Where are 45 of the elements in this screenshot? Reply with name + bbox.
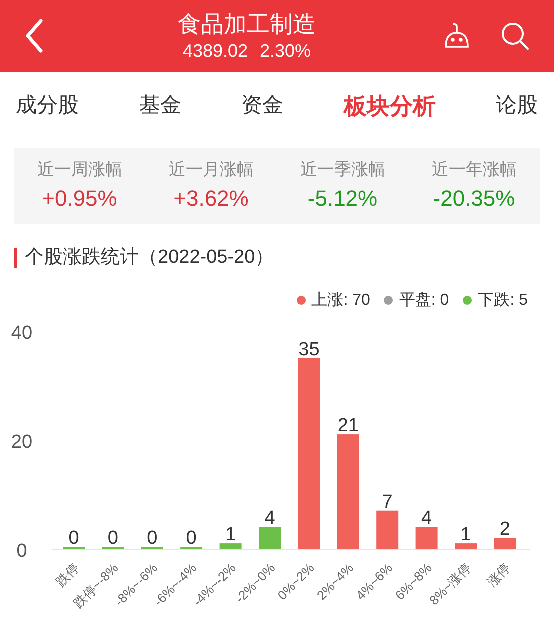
bar <box>455 543 477 548</box>
index-price: 4389.02 <box>182 40 248 63</box>
bar-value-label: 1 <box>460 524 472 546</box>
stat-label: 近一年涨幅 <box>432 158 517 181</box>
legend-label: 平盘: 0 <box>399 290 450 310</box>
stat-value: -20.35% <box>433 185 516 214</box>
bar <box>376 510 399 548</box>
bar-value-label: 7 <box>382 491 393 512</box>
legend-label: 上涨: 70 <box>312 290 370 310</box>
stat-value: +0.95% <box>42 185 118 214</box>
bar <box>259 526 281 548</box>
bar-value-label: 4 <box>422 508 432 529</box>
stat-value: -5.12% <box>308 185 378 214</box>
bar-value-label: 0 <box>186 528 197 548</box>
y-tick-label: 20 <box>11 432 33 452</box>
stat-value: +3.62% <box>174 185 249 214</box>
tab[interactable]: 论股 <box>496 90 538 122</box>
tab[interactable]: 资金 <box>242 90 284 122</box>
stat-label: 近一季涨幅 <box>300 158 386 181</box>
bar <box>416 526 438 548</box>
bar-value-label: 1 <box>226 524 236 546</box>
bar-value-label: 0 <box>108 528 118 548</box>
bar-value-label: 35 <box>298 338 320 360</box>
tab[interactable]: 板块分析 <box>344 88 436 124</box>
stat-label: 近一月涨幅 <box>168 158 254 181</box>
y-tick-label: 0 <box>16 540 28 562</box>
stat-label: 近一周涨幅 <box>37 158 122 181</box>
bar-value-label: 21 <box>338 415 359 436</box>
bar-value-label: 0 <box>68 528 80 548</box>
section-title: 个股涨跌统计（2022-05-20） <box>25 246 274 270</box>
x-axis-label: 跌停 <box>53 560 82 589</box>
bar-value-label: 4 <box>264 508 276 529</box>
index-change: 2.30% <box>260 40 312 63</box>
bar-value-label: 2 <box>500 518 510 540</box>
legend-label: 下跌: 5 <box>478 290 528 310</box>
search-icon[interactable] <box>500 21 530 51</box>
bar <box>494 538 516 548</box>
bar <box>220 543 242 548</box>
sector-title: 食品加工制造 <box>178 10 316 39</box>
y-tick-label: 40 <box>11 322 33 344</box>
bar-value-label: 0 <box>147 528 158 548</box>
x-axis-label: 涨停 <box>484 560 514 589</box>
tab[interactable]: 基金 <box>139 90 182 122</box>
robot-icon[interactable] <box>442 21 472 51</box>
tab[interactable]: 成分股 <box>16 90 79 122</box>
